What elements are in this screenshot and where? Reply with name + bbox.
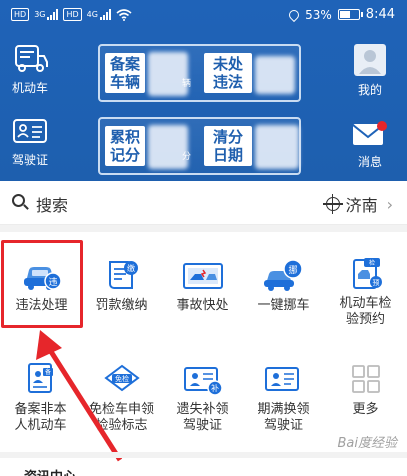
section-title: 资讯中心 (24, 466, 76, 476)
watermark: Bai度经验 (337, 436, 398, 451)
news-section: 资讯中心 (0, 452, 407, 476)
red-arrow-icon (36, 330, 123, 462)
